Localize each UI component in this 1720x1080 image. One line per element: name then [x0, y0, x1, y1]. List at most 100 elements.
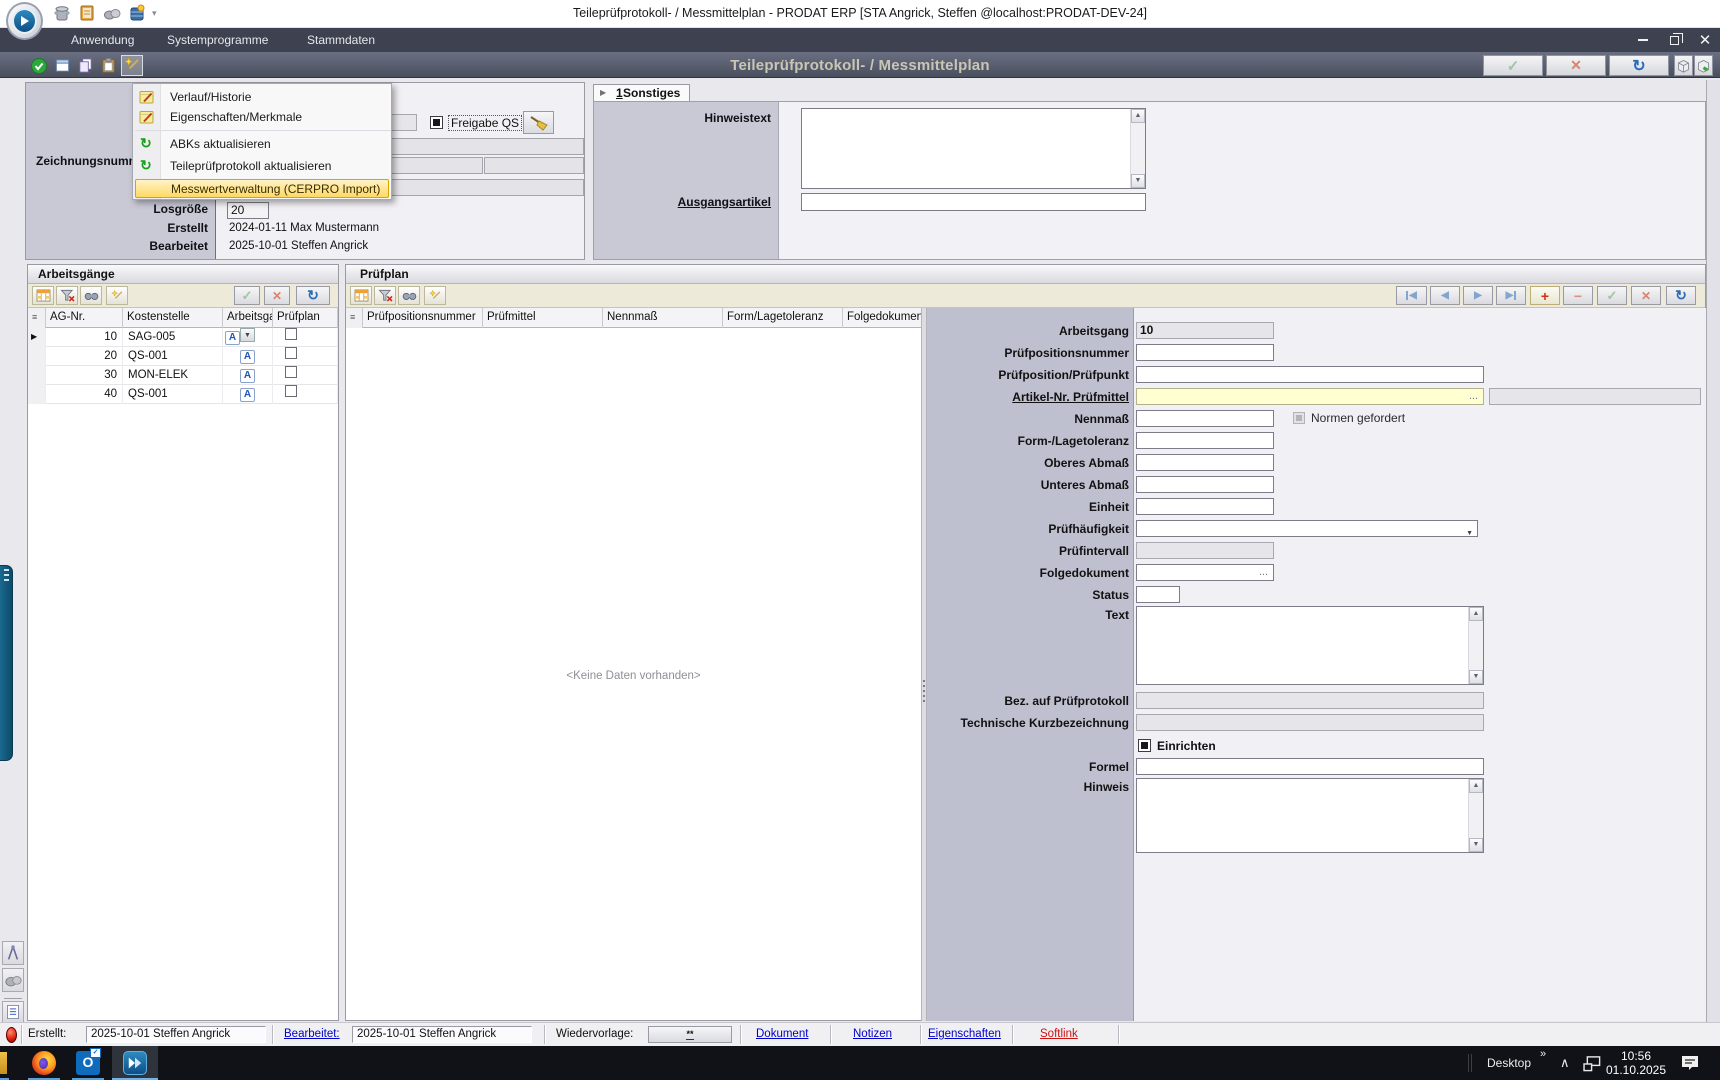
table-row[interactable]: 30 MON-ELEK A — [28, 366, 338, 385]
filter-clear-button[interactable] — [56, 286, 78, 305]
scrollbar[interactable]: ▲ ▼ — [1130, 109, 1145, 188]
losgroesse-input[interactable]: 20 — [227, 202, 269, 219]
clock[interactable]: 10:56 01.10.2025 — [1604, 1049, 1668, 1077]
arbeitsgang-input[interactable]: 10 — [1136, 322, 1274, 339]
menu-item-abks-aktualisieren[interactable]: ↻ ABKs aktualisieren — [133, 134, 391, 154]
text-textarea[interactable]: ▲ ▼ — [1136, 606, 1484, 685]
confirm-row-button[interactable]: ✓ — [1597, 286, 1627, 305]
softlink-link[interactable]: Softlink — [1040, 1028, 1078, 1040]
notes-tool-button[interactable] — [2, 1001, 24, 1023]
stones-tool-button[interactable] — [2, 968, 24, 992]
table-row[interactable]: 20 QS-001 A — [28, 347, 338, 366]
pruefplan-checkbox[interactable] — [285, 366, 297, 378]
form-lagetoleranz-input[interactable] — [1136, 432, 1274, 449]
col-folgedokument[interactable]: Folgedokument — [843, 308, 921, 328]
table-row[interactable]: ▶ 10 SAG-005 A▼ — [28, 328, 338, 347]
col-arbeitsgang[interactable]: Arbeitsgang — [223, 308, 273, 328]
tab-sonstiges[interactable]: ▶ 1 Sonstiges — [593, 84, 690, 101]
ellipsis-icon[interactable]: ... — [1469, 389, 1478, 404]
scroll-down-icon[interactable]: ▼ — [1469, 838, 1483, 852]
nav-next-button[interactable]: ▶ — [1463, 286, 1493, 305]
dokument-link[interactable]: Dokument — [756, 1028, 808, 1040]
scroll-down-icon[interactable]: ▼ — [1131, 174, 1145, 188]
collapsed-sidebar-tab[interactable] — [0, 565, 13, 761]
unteres-abmass-input[interactable] — [1136, 476, 1274, 493]
notification-center-icon[interactable] — [1680, 1054, 1700, 1075]
text-a-icon[interactable]: A — [240, 388, 255, 402]
clean-button[interactable] — [523, 111, 554, 134]
zeichnungsindex-field[interactable] — [484, 157, 584, 174]
scroll-up-icon[interactable]: ▲ — [1469, 779, 1483, 793]
wiedervorlage-button[interactable]: ** — [648, 1026, 732, 1043]
artikel-nr-pruefmittel-label[interactable]: Artikel-Nr. Prüfmittel — [931, 390, 1129, 404]
einrichten-checkbox[interactable] — [1138, 739, 1151, 752]
eigenschaften-link[interactable]: Eigenschaften — [928, 1028, 1001, 1040]
nav-last-button[interactable]: ▶ — [1496, 286, 1526, 305]
statusbar-bearbeitet-link[interactable]: Bearbeitet: — [284, 1028, 340, 1040]
wizard-button[interactable] — [106, 286, 128, 305]
ellipsis-icon[interactable]: ... — [1259, 565, 1268, 580]
combo-arrow-icon[interactable]: ▼ — [240, 328, 255, 342]
network-icon[interactable] — [1582, 1055, 1604, 1075]
outlook-icon[interactable]: O✓ — [76, 1051, 100, 1075]
measure-tool-button[interactable] — [2, 941, 24, 965]
col-pruefmittel[interactable]: Prüfmittel — [483, 308, 603, 328]
row-cancel-button[interactable]: ✕ — [264, 286, 290, 305]
firefox-icon[interactable] — [32, 1051, 56, 1075]
folgedokument-input[interactable]: ... — [1136, 564, 1274, 581]
remove-row-button[interactable]: − — [1563, 286, 1593, 305]
menu-anwendung[interactable]: Anwendung — [56, 28, 149, 52]
pruefplan-checkbox[interactable] — [285, 385, 297, 397]
freigabe-qs-checkbox[interactable] — [430, 116, 443, 129]
desktop-toolbar-label[interactable]: Desktop — [1487, 1056, 1531, 1070]
row-refresh-button[interactable]: ↻ — [296, 286, 330, 305]
menu-item-teilepruefprotokoll-aktualisieren[interactable]: ↻ Teileprüfprotokoll aktualisieren — [133, 156, 391, 176]
hinweistext-textarea[interactable]: ▲ ▼ — [801, 108, 1146, 189]
row-confirm-button[interactable]: ✓ — [234, 286, 260, 305]
grid-view-button[interactable] — [350, 286, 372, 305]
einheit-input[interactable] — [1136, 498, 1274, 515]
close-button[interactable]: ✕ — [1690, 28, 1720, 52]
table-row[interactable]: 40 QS-001 A — [28, 385, 338, 404]
pruefposition-input[interactable] — [1136, 366, 1484, 383]
pruefplan-checkbox[interactable] — [285, 328, 297, 340]
grid-view-button[interactable] — [32, 286, 54, 305]
formel-input[interactable] — [1136, 758, 1484, 775]
prodat-taskbar-active[interactable] — [112, 1046, 158, 1080]
add-row-button[interactable]: + — [1530, 286, 1560, 305]
restore-button[interactable] — [1659, 28, 1689, 52]
nav-first-button[interactable]: ◀ — [1396, 286, 1427, 305]
scroll-down-icon[interactable]: ▼ — [1469, 670, 1483, 684]
menu-stammdaten[interactable]: Stammdaten — [292, 28, 390, 52]
menu-systemprogramme[interactable]: Systemprogramme — [152, 28, 283, 52]
status-input[interactable] — [1136, 586, 1180, 603]
col-form-lagetoleranz[interactable]: Form/Lagetoleranz — [723, 308, 843, 328]
col-kostenstelle[interactable]: Kostenstelle — [123, 308, 223, 328]
pruefintervall-input[interactable] — [1136, 542, 1274, 559]
prodat-taskbar-icon[interactable] — [123, 1051, 147, 1075]
text-a-icon[interactable]: A — [225, 331, 240, 345]
hinweis-textarea[interactable]: ▲ ▼ — [1136, 778, 1484, 853]
ausgangsartikel-input[interactable] — [801, 193, 1146, 211]
right-collapsed-strip[interactable] — [1706, 80, 1720, 1022]
tray-expand-icon[interactable]: ∧ — [1560, 1055, 1570, 1071]
scrollbar[interactable]: ▲ ▼ — [1468, 607, 1483, 684]
col-pruefplan[interactable]: Prüfplan — [273, 308, 338, 328]
scroll-up-icon[interactable]: ▲ — [1131, 109, 1145, 123]
filter-clear-button[interactable] — [374, 286, 396, 305]
search-button[interactable] — [80, 286, 102, 305]
artikel-nr-pruefmittel-input[interactable]: ... — [1136, 388, 1484, 405]
cancel-row-button[interactable]: ✕ — [1631, 286, 1661, 305]
minimize-button[interactable] — [1628, 28, 1658, 52]
col-ag-nr[interactable]: AG-Nr. — [46, 308, 123, 328]
col-nennmass[interactable]: Nennmaß — [603, 308, 723, 328]
wizard-button[interactable] — [424, 286, 446, 305]
pruefpositionsnummer-input[interactable] — [1136, 344, 1274, 361]
nennmass-input[interactable] — [1136, 410, 1274, 427]
menu-item-eigenschaften-merkmale[interactable]: Eigenschaften/Merkmale — [133, 107, 391, 127]
nav-prev-button[interactable]: ◀ — [1430, 286, 1460, 305]
normen-gefordert-checkbox[interactable] — [1293, 412, 1305, 424]
text-a-icon[interactable]: A — [240, 369, 255, 383]
scrollbar[interactable]: ▲ ▼ — [1468, 779, 1483, 852]
text-a-icon[interactable]: A — [240, 350, 255, 364]
